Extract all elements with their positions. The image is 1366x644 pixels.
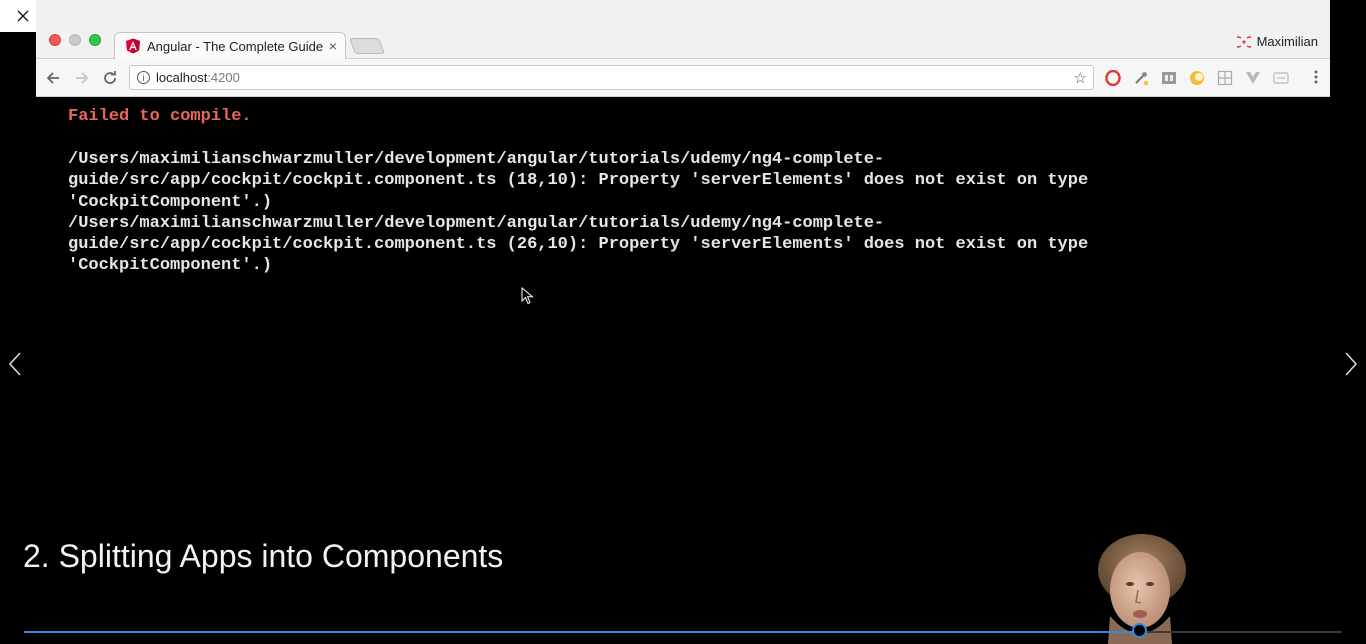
vue-icon[interactable] <box>1244 69 1262 87</box>
traffic-minimize-button[interactable] <box>69 34 81 46</box>
traffic-close-button[interactable] <box>49 34 61 46</box>
next-arrow-icon[interactable] <box>1339 348 1363 380</box>
progress-bar[interactable] <box>24 623 1342 638</box>
error-line: 'CockpitComponent'.) <box>68 256 273 276</box>
eyedropper-icon[interactable] <box>1132 69 1150 87</box>
angular-icon <box>126 38 140 54</box>
cast-icon[interactable] <box>1272 69 1290 87</box>
bookmark-star-icon[interactable]: ☆ <box>1074 69 1087 87</box>
mouse-cursor-icon <box>521 287 534 305</box>
darkreader-icon[interactable] <box>1188 69 1206 87</box>
error-line: 'CockpitComponent'.) <box>68 192 273 212</box>
browser-window: Angular - The Complete Guide × Maximilia… <box>36 0 1330 97</box>
jsonview-icon[interactable] <box>1160 69 1178 87</box>
error-line: guide/src/app/cockpit/cockpit.component.… <box>68 235 1089 255</box>
address-bar[interactable]: i localhost:4200 ☆ <box>129 65 1094 90</box>
tab-title: Angular - The Complete Guide <box>147 38 324 54</box>
error-message: /Users/maximilianschwarzmuller/developme… <box>68 149 1088 277</box>
tab-strip: Angular - The Complete Guide × Maximilia… <box>36 0 1330 59</box>
back-icon[interactable] <box>42 67 64 89</box>
new-tab-button[interactable] <box>349 38 385 54</box>
error-line: guide/src/app/cockpit/cockpit.component.… <box>68 171 1089 191</box>
error-line: /Users/maximilianschwarzmuller/developme… <box>68 213 885 233</box>
reload-icon[interactable] <box>99 67 121 89</box>
url-port: :4200 <box>207 70 240 85</box>
grid-icon[interactable] <box>1216 69 1234 87</box>
previous-arrow-icon[interactable] <box>3 348 27 380</box>
forward-icon[interactable] <box>71 67 93 89</box>
profile-button[interactable]: Maximilian <box>1236 34 1318 49</box>
page-content: Failed to compile. /Users/maximilianschw… <box>36 97 1330 517</box>
profile-icon <box>1236 35 1251 48</box>
menu-dots-icon[interactable] <box>1314 69 1318 90</box>
progress-fill <box>24 631 1140 633</box>
browser-toolbar: i localhost:4200 ☆ <box>36 59 1330 97</box>
error-title: Failed to compile. <box>68 107 252 126</box>
opera-icon[interactable] <box>1104 69 1122 87</box>
error-line: /Users/maximilianschwarzmuller/developme… <box>68 150 885 169</box>
profile-name: Maximilian <box>1256 34 1318 49</box>
info-icon[interactable]: i <box>137 71 150 84</box>
traffic-zoom-button[interactable] <box>89 34 101 46</box>
browser-tab[interactable]: Angular - The Complete Guide × <box>114 32 346 59</box>
url-host: localhost <box>156 70 208 85</box>
tab-close-icon[interactable]: × <box>329 38 337 54</box>
url-text: localhost:4200 <box>156 70 240 85</box>
lecture-title: 2. Splitting Apps into Components <box>23 538 504 574</box>
